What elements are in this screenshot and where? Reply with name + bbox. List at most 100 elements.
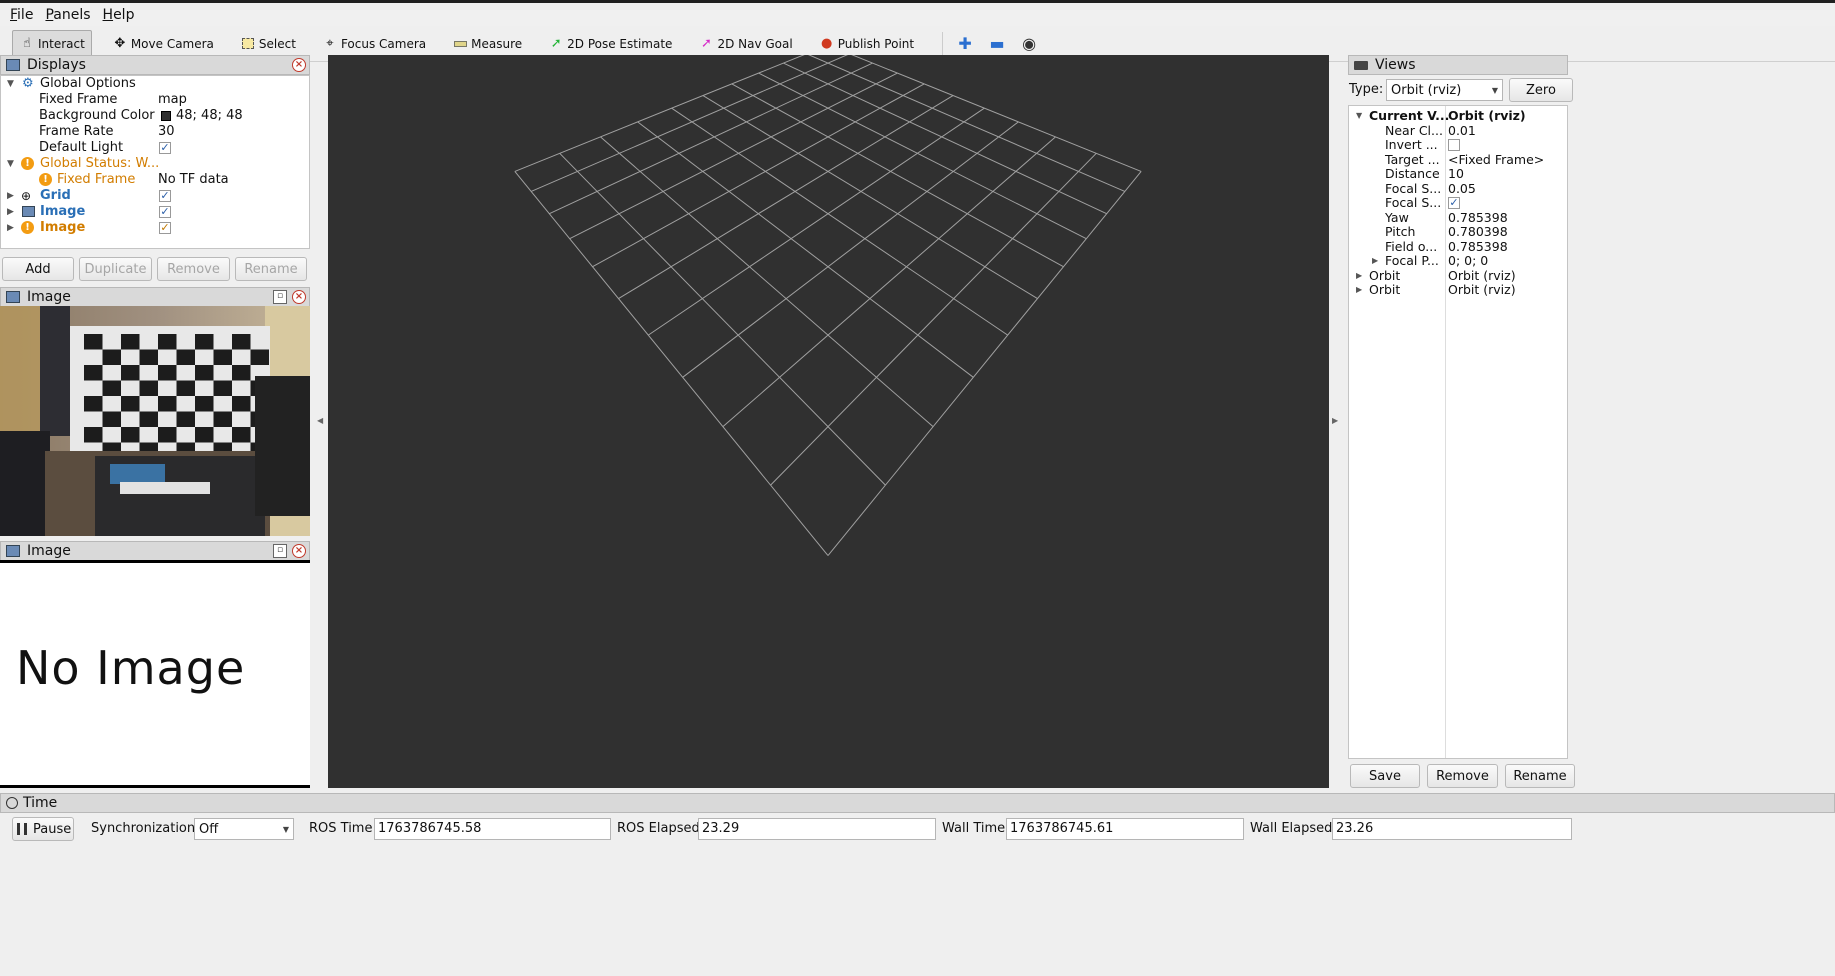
checker-square — [195, 396, 214, 412]
wall-time-field[interactable]: 1763786745.61 — [1006, 818, 1244, 840]
tree-row-image-1[interactable]: ▶ Image ✓ — [1, 204, 309, 220]
close-icon[interactable]: × — [292, 58, 306, 72]
nav-goal-tool-button[interactable]: ➚ 2D Nav Goal — [692, 30, 798, 58]
chevron-right-icon[interactable]: ▶ — [7, 188, 14, 204]
grid-line — [514, 44, 829, 172]
checker-square — [250, 349, 269, 365]
render-3d-view[interactable] — [328, 44, 1329, 788]
remove-display-button[interactable]: Remove — [157, 257, 230, 281]
chevron-right-icon[interactable]: ▶ — [1356, 269, 1362, 283]
menu-help[interactable]: Help — [103, 7, 135, 23]
view-property-value[interactable]: 10 — [1448, 167, 1464, 181]
image-icon — [22, 206, 35, 217]
view-property-value[interactable]: 0.785398 — [1448, 210, 1508, 225]
menu-file[interactable]: File — [10, 7, 33, 23]
camera-image — [0, 306, 310, 536]
checker-square — [121, 334, 140, 350]
grid-line — [702, 95, 1038, 300]
monitor-icon — [6, 59, 20, 71]
grid-checkbox[interactable]: ✓ — [159, 190, 171, 202]
view-property-checkbox[interactable]: ✓ — [1448, 197, 1460, 209]
pose-estimate-label: 2D Pose Estimate — [567, 36, 673, 51]
chevron-down-icon[interactable]: ▼ — [7, 76, 14, 92]
remove-tool-button[interactable]: ▬ — [983, 30, 1011, 58]
chevron-down-icon[interactable]: ▼ — [1356, 109, 1362, 123]
background-color-value[interactable]: 48; 48; 48 — [176, 108, 243, 124]
save-view-button[interactable]: Save — [1350, 764, 1420, 788]
chevron-down-icon[interactable]: ▼ — [7, 156, 14, 172]
view-property-value[interactable]: Orbit (rviz) — [1448, 268, 1516, 283]
left-splitter-arrow-icon[interactable]: ◀ — [317, 416, 323, 425]
view-type-select[interactable]: Orbit (rviz) ▼ — [1386, 79, 1503, 101]
view-property-value[interactable]: 0.05 — [1448, 181, 1476, 196]
view-property-value[interactable]: 0; 0; 0 — [1448, 254, 1488, 268]
visibility-tool-button[interactable]: ◉ — [1015, 30, 1043, 58]
tree-row-default-light[interactable]: Default Light ✓ — [1, 140, 309, 156]
image-2-checkbox[interactable]: ✓ — [159, 222, 171, 234]
float-icon[interactable]: ▫ — [273, 544, 287, 558]
view-property-value[interactable]: Orbit (rviz) — [1448, 283, 1516, 297]
view-property-value[interactable]: 0.780398 — [1448, 225, 1508, 239]
pose-arrow-icon: ➚ — [550, 36, 562, 51]
tree-row-status-fixed-frame[interactable]: ! Fixed Frame No TF data — [1, 172, 309, 188]
tree-row-background-color[interactable]: Background Color 48; 48; 48 — [1, 108, 309, 124]
close-icon[interactable]: × — [292, 544, 306, 558]
tree-row-fixed-frame[interactable]: Fixed Frame map — [1, 92, 309, 108]
tree-row-grid[interactable]: ▶ ⊕ Grid ✓ — [1, 188, 309, 204]
rename-view-button[interactable]: Rename — [1505, 764, 1575, 788]
tree-row-global-status[interactable]: ▼ ! Global Status: W... — [1, 156, 309, 172]
color-swatch[interactable] — [161, 111, 171, 121]
fixed-frame-value[interactable]: map — [158, 92, 187, 108]
remove-view-button[interactable]: Remove — [1427, 764, 1498, 788]
chevron-right-icon[interactable]: ▶ — [1356, 283, 1362, 297]
interact-tool-button[interactable]: ☝ Interact — [12, 29, 92, 58]
add-display-button[interactable]: Add — [2, 257, 74, 281]
sync-select[interactable]: Off ▼ — [194, 818, 294, 840]
checker-square — [121, 396, 140, 412]
duplicate-display-button[interactable]: Duplicate — [79, 257, 152, 281]
grid-line — [637, 121, 974, 378]
view-property-checkbox[interactable] — [1448, 139, 1460, 151]
publish-point-tool-button[interactable]: ● Publish Point — [813, 30, 920, 58]
grid-line — [559, 152, 886, 486]
tree-row-frame-rate[interactable]: Frame Rate 30 — [1, 124, 309, 140]
checker-square — [84, 427, 103, 443]
zero-button[interactable]: Zero — [1509, 78, 1573, 102]
measure-tool-button[interactable]: Measure — [446, 30, 528, 58]
image-icon — [6, 291, 20, 303]
tree-row-global-options[interactable]: ▼ ⚙ Global Options — [1, 76, 309, 92]
default-light-checkbox[interactable]: ✓ — [159, 142, 171, 154]
displays-panel-title: Displays — [0, 55, 310, 75]
pause-button[interactable]: Pause — [12, 817, 74, 841]
move-camera-tool-button[interactable]: ✥ Move Camera — [106, 30, 220, 58]
float-icon[interactable]: ▫ — [273, 290, 287, 304]
tree-row-image-2[interactable]: ▶ ! Image ✓ — [1, 220, 309, 236]
view-property-name: Current V... — [1369, 108, 1450, 123]
ros-time-field[interactable]: 1763786745.58 — [374, 818, 611, 840]
pose-estimate-tool-button[interactable]: ➚ 2D Pose Estimate — [542, 30, 678, 58]
grid-lines — [514, 44, 1142, 556]
wall-elapsed-field[interactable]: 23.26 — [1332, 818, 1572, 840]
fixed-frame-label: Fixed Frame — [39, 92, 118, 107]
ros-elapsed-field[interactable]: 23.29 — [698, 818, 936, 840]
menu-panels[interactable]: Panels — [45, 7, 90, 23]
view-property-value[interactable]: Orbit (rviz) — [1448, 109, 1526, 123]
focus-camera-tool-button[interactable]: ⌖ Focus Camera — [316, 30, 432, 58]
checker-square — [195, 427, 214, 443]
right-splitter-arrow-icon[interactable]: ▶ — [1332, 416, 1338, 425]
frame-rate-value[interactable]: 30 — [158, 124, 175, 140]
image-1-checkbox[interactable]: ✓ — [159, 206, 171, 218]
close-icon[interactable]: × — [292, 290, 306, 304]
view-property-value[interactable]: 0.785398 — [1448, 239, 1508, 254]
view-property-name: Target ... — [1385, 151, 1440, 167]
view-property-value[interactable]: <Fixed Frame> — [1448, 152, 1544, 167]
rename-display-button[interactable]: Rename — [235, 257, 307, 281]
view-property-value[interactable]: 0.01 — [1448, 123, 1476, 138]
checker-square — [176, 380, 195, 396]
chevron-right-icon[interactable]: ▶ — [7, 204, 14, 220]
chevron-right-icon[interactable]: ▶ — [1372, 254, 1378, 268]
chevron-right-icon[interactable]: ▶ — [7, 220, 14, 236]
checker-square — [158, 365, 177, 381]
select-tool-button[interactable]: Select — [234, 30, 302, 58]
add-tool-button[interactable]: ✚ — [951, 30, 979, 58]
